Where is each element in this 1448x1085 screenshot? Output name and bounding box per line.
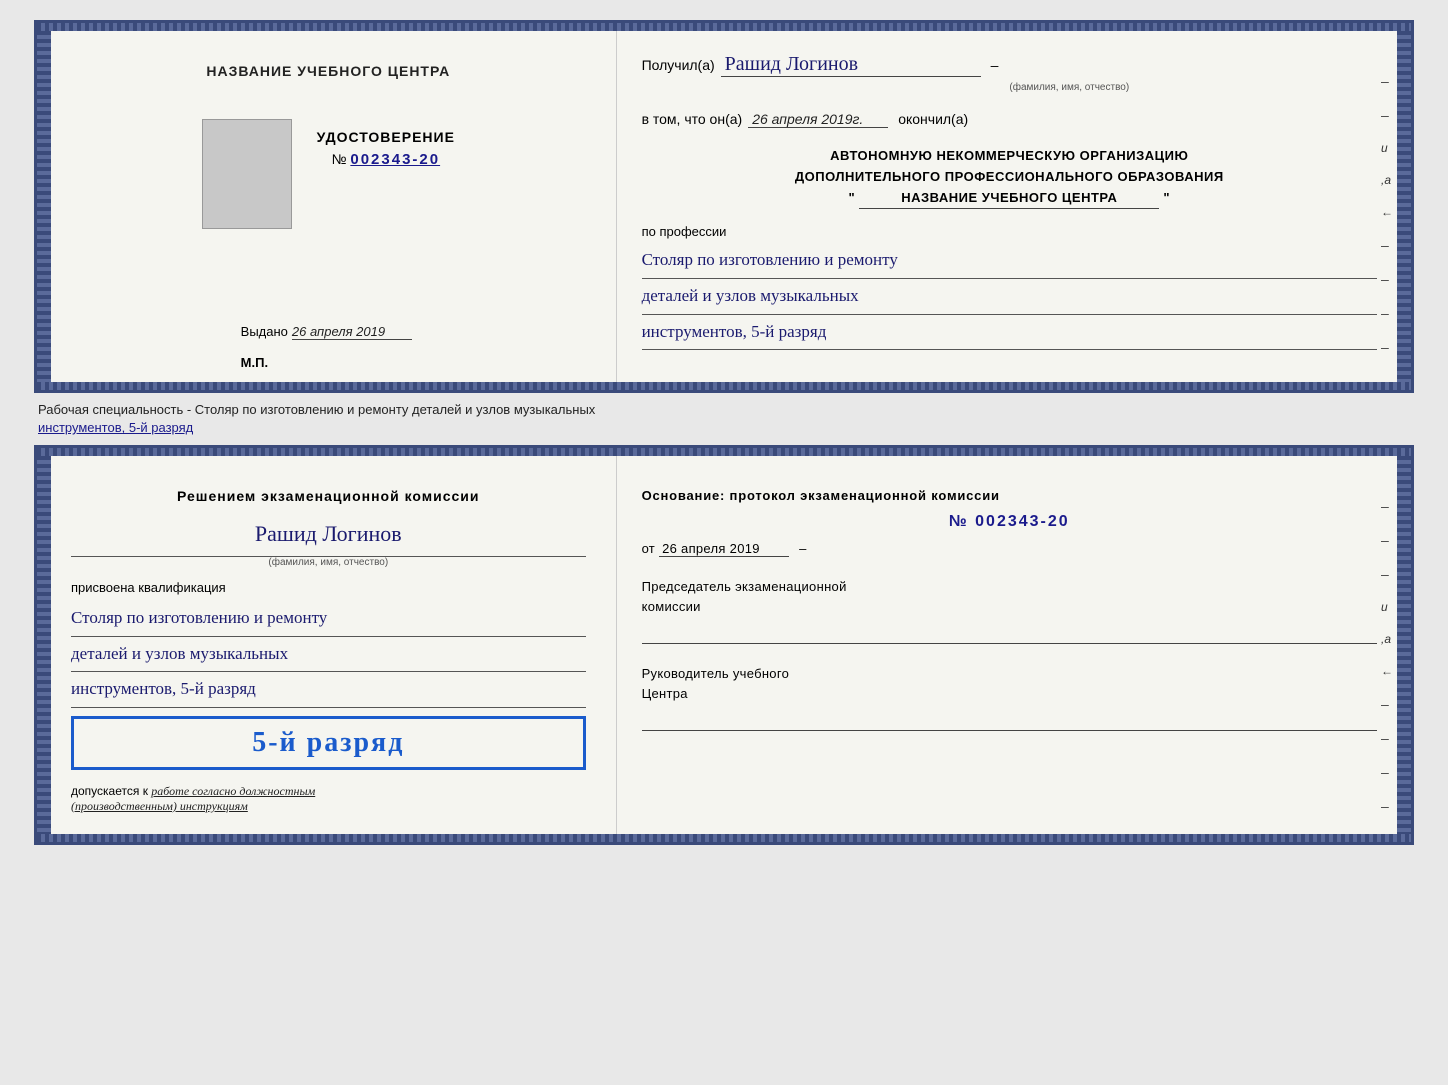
issued-label: Выдано [241,324,288,339]
director-block: Руководитель учебного Центра [642,664,1377,731]
chairman-signature-line [642,624,1377,644]
top-right-panel: Получил(а) Рашид Логинов – (фамилия, имя… [617,23,1397,390]
profession-line2-top: деталей и узлов музыкальных [642,279,1377,315]
recipient-line: Получил(а) Рашид Логинов – [642,53,1377,77]
rank-box: 5-й разряд [71,716,586,770]
fio-label-top: (фамилия, имя, отчество) [762,82,1377,93]
rank-text: 5-й разряд [86,727,571,759]
institution-line2: ДОПОЛНИТЕЛЬНОГО ПРОФЕССИОНАЛЬНОГО ОБРАЗО… [642,167,1377,188]
dash-right: – [799,541,807,556]
director-signature-line [642,711,1377,731]
left-spine [37,23,51,390]
profession-block-top: по профессии Столяр по изготовлению и ре… [642,224,1377,350]
separator-plain: Рабочая специальность - Столяр по изгото… [38,402,595,417]
separator-underlined: инструментов, 5-й разряд [38,420,193,435]
issued-date: 26 апреля 2019 [292,324,412,340]
right-spine-top [1397,23,1411,390]
right-margin-marks: – – и ,а ← – – – – – [1381,73,1397,389]
qualification-line2: деталей и узлов музыкальных [71,637,586,673]
director-title2: Центра [642,684,1377,704]
right-margin-marks-bottom: – – – и ,а ← – – – – – [1381,498,1397,848]
separator-text: Рабочая специальность - Столяр по изгото… [34,393,1414,445]
institution-line1: АВТОНОМНУЮ НЕКОММЕРЧЕСКУЮ ОРГАНИЗАЦИЮ [642,146,1377,167]
admitted-value2: (производственным) инструкциям [71,799,248,813]
institution-title-top: НАЗВАНИЕ УЧЕБНОГО ЦЕНТРА [206,63,450,79]
date-value-top: 26 апреля 2019г. [748,111,888,128]
director-title: Руководитель учебного [642,664,1377,684]
decision-title: Решением экзаменационной комиссии [71,488,586,504]
cert-number-prefix: № [331,151,346,167]
basis-label: Основание: протокол экзаменационной коми… [642,488,1377,503]
from-label: от [642,541,656,556]
institution-quote-start: " [848,190,855,205]
cert-label: УДОСТОВЕРЕНИЕ [317,129,455,145]
admitted-line: допускается к работе согласно должностны… [71,784,586,814]
top-document: НАЗВАНИЕ УЧЕБНОГО ЦЕНТРА УДОСТОВЕРЕНИЕ №… [34,20,1414,393]
qualification-label: присвоена квалификация [71,580,586,595]
chairman-title: Председатель экзаменационной [642,577,1377,597]
from-date-value: 26 апреля 2019 [659,541,789,557]
right-spine-bottom [1397,448,1411,842]
admitted-label: допускается к [71,784,148,798]
top-left-panel: НАЗВАНИЕ УЧЕБНОГО ЦЕНТРА УДОСТОВЕРЕНИЕ №… [51,23,617,390]
received-label: Получил(а) [642,57,715,73]
institution-name: НАЗВАНИЕ УЧЕБНОГО ЦЕНТРА [859,188,1159,210]
person-name-bottom: Рашид Логинов [71,514,586,557]
left-spine-bottom [37,448,51,842]
cert-number: 002343-20 [350,151,440,168]
chairman-block: Председатель экзаменационной комиссии [642,577,1377,644]
qualification-block: присвоена квалификация Столяр по изготов… [71,580,586,708]
qualification-line3: инструментов, 5-й разряд [71,672,586,708]
fio-label-bottom: (фамилия, имя, отчество) [71,557,586,568]
bottom-document: Решением экзаменационной комиссии Рашид … [34,445,1414,845]
bottom-left-panel: Решением экзаменационной комиссии Рашид … [51,448,617,842]
institution-name-line: " НАЗВАНИЕ УЧЕБНОГО ЦЕНТРА " [642,188,1377,210]
protocol-number: № 002343-20 [642,513,1377,531]
admitted-value: работе согласно должностным [151,784,315,798]
institution-quote-end: " [1163,190,1170,205]
finished-label: окончил(а) [898,111,968,127]
chairman-title2: комиссии [642,597,1377,617]
document-container: НАЗВАНИЕ УЧЕБНОГО ЦЕНТРА УДОСТОВЕРЕНИЕ №… [34,20,1414,845]
profession-line1-top: Столяр по изготовлению и ремонту [642,243,1377,279]
in-that-label: в том, что он(а) [642,111,743,127]
cert-middle-section: УДОСТОВЕРЕНИЕ № 002343-20 [202,119,455,244]
photo-box [202,119,292,229]
mp-label: М.П. [241,355,416,370]
qualification-line1: Столяр по изготовлению и ремонту [71,601,586,637]
cert-info: УДОСТОВЕРЕНИЕ № 002343-20 [317,129,455,168]
institution-block: АВТОНОМНУЮ НЕКОММЕРЧЕСКУЮ ОРГАНИЗАЦИЮ ДО… [642,146,1377,209]
profession-line3-top: инструментов, 5-й разряд [642,315,1377,351]
profession-label-top: по профессии [642,224,1377,239]
bottom-right-panel: Основание: протокол экзаменационной коми… [617,448,1397,842]
issued-line: Выдано 26 апреля 2019 [241,324,416,340]
protocol-block: Основание: протокол экзаменационной коми… [642,488,1377,731]
recipient-name-top: Рашид Логинов [721,53,981,77]
date-line-top: в том, что он(а) 26 апреля 2019г. окончи… [642,111,1377,128]
from-date-line: от 26 апреля 2019 – [642,541,1377,557]
